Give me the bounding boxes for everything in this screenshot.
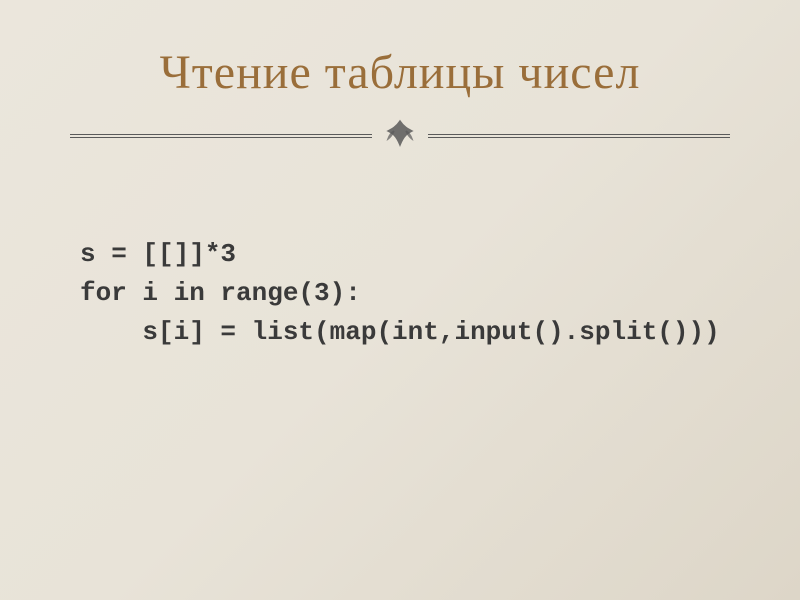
divider-line-right	[428, 131, 730, 139]
code-line-1: s = [[]]*3	[80, 235, 730, 274]
title-divider	[70, 115, 730, 155]
divider-line-left	[70, 131, 372, 139]
code-line-3: s[i] = list(map(int,input().split()))	[80, 313, 730, 352]
code-block: s = [[]]*3 for i in range(3): s[i] = lis…	[80, 235, 730, 352]
ornament-icon	[380, 115, 420, 155]
code-line-2: for i in range(3):	[80, 274, 730, 313]
slide-title: Чтение таблицы чисел	[70, 45, 730, 100]
slide-container: Чтение таблицы чисел s = [[]]*3 for i in…	[0, 0, 800, 600]
